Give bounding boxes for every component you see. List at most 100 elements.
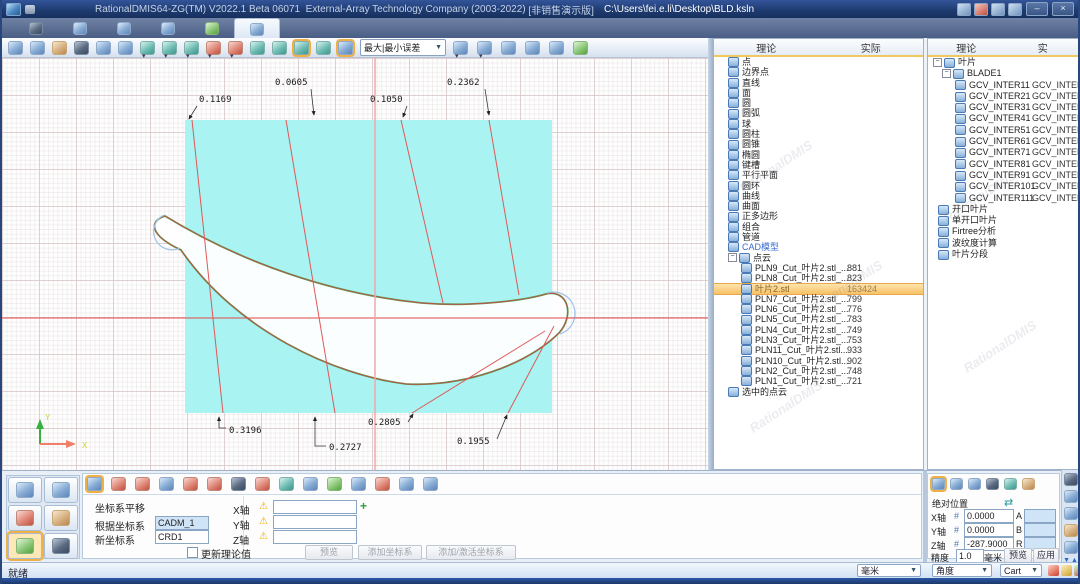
tree-item[interactable]: Firtree分析 xyxy=(928,226,1080,237)
tree-item[interactable]: 曲线 xyxy=(714,191,923,201)
add-activate-csys-button[interactable]: 添加/激活坐标系 xyxy=(426,545,516,560)
tree-item[interactable]: BLADE1 xyxy=(928,68,1080,79)
tree-item[interactable]: 正多边形 xyxy=(714,211,923,221)
theory-column-header[interactable]: 理论 xyxy=(928,40,1005,55)
tree-item[interactable]: 面 xyxy=(714,88,923,98)
preview-button[interactable]: 预览 xyxy=(305,545,353,560)
toolbar-icon[interactable] xyxy=(162,41,177,55)
tree-item[interactable]: PLN1_Cut_叶片2.stl_... 721 xyxy=(714,376,923,386)
tree-item[interactable]: GCV_INTER71 GCV_INTER71 xyxy=(928,147,1080,158)
length-unit-dropdown[interactable]: 毫米▼ xyxy=(857,564,921,577)
tag-icon[interactable] xyxy=(1061,565,1072,576)
minimize-button[interactable]: – xyxy=(1026,2,1048,16)
mode-button[interactable] xyxy=(8,505,42,531)
tree-item[interactable]: PLN5_Cut_叶片2.stl_... 783 xyxy=(714,314,923,324)
angle-unit-dropdown[interactable]: 角度▼ xyxy=(932,564,992,577)
tree-item[interactable]: PLN11_Cut_叶片2.stl... 933 xyxy=(714,345,923,355)
tree-item[interactable]: 叶片 xyxy=(928,57,1080,68)
add-axis-icon[interactable]: + xyxy=(360,499,367,513)
tree-item[interactable]: 管道 xyxy=(714,232,923,242)
toolbar-icon[interactable] xyxy=(316,41,331,55)
toolbar-icon[interactable] xyxy=(338,41,353,55)
csys-toolbar-icon[interactable] xyxy=(399,477,414,491)
mode-button[interactable] xyxy=(44,533,78,559)
csys-toolbar-icon[interactable] xyxy=(423,477,438,491)
ribbon-tab[interactable] xyxy=(102,18,146,38)
toolbar-icon[interactable] xyxy=(8,41,23,55)
swap-axes-icon[interactable]: ⇄ xyxy=(1004,496,1013,509)
tree-item[interactable]: GCV_INTER111 GCV_INTER111 xyxy=(928,193,1080,204)
actual-column-header[interactable]: 实 xyxy=(1005,40,1080,55)
ribbon-tab[interactable] xyxy=(14,18,58,38)
csys-toolbar-icon[interactable] xyxy=(231,477,246,491)
graphics-viewport[interactable]: 0.11690.06050.10500.23620.31960.27270.28… xyxy=(2,58,708,470)
tree-item[interactable]: 曲面 xyxy=(714,201,923,211)
tree-item[interactable]: 叶片2.stl 163424 xyxy=(714,284,923,294)
csys-toolbar-icon[interactable] xyxy=(327,477,342,491)
tree-item[interactable]: 单开口叶片 xyxy=(928,215,1080,226)
tree-item[interactable]: GCV_INTER11 GCV_INTER11 xyxy=(928,80,1080,91)
side-strip-icon[interactable] xyxy=(1064,541,1078,554)
x-axis-input[interactable] xyxy=(273,500,357,514)
tree-item[interactable]: 球 xyxy=(714,119,923,129)
tree-item[interactable]: 圆柱 xyxy=(714,129,923,139)
tree-item[interactable]: 点云 xyxy=(714,253,923,263)
tree-item[interactable]: 圆 xyxy=(714,98,923,108)
pin-icon[interactable] xyxy=(25,5,35,14)
position-toolbar-icon[interactable] xyxy=(1022,478,1035,490)
position-preview-button[interactable]: 预览 xyxy=(1004,548,1032,563)
tree-item[interactable]: PLN3_Cut_叶片2.stl_... 753 xyxy=(714,335,923,345)
update-theory-checkbox[interactable] xyxy=(187,547,198,558)
mode-button[interactable] xyxy=(44,477,78,503)
csys-toolbar-icon[interactable] xyxy=(303,477,318,491)
ref-csys-input[interactable]: CADM_1 xyxy=(155,516,209,530)
mode-button[interactable] xyxy=(44,505,78,531)
connection-icon[interactable] xyxy=(1074,565,1080,576)
actual-column-header[interactable]: 实际 xyxy=(819,40,924,55)
title-mini-icon[interactable] xyxy=(991,3,1005,16)
precision-input[interactable]: 1.0 xyxy=(956,549,984,563)
toolbar-icon[interactable] xyxy=(206,41,221,55)
tree-item[interactable]: 选中的点云 xyxy=(714,387,923,397)
tree-item[interactable]: PLN6_Cut_叶片2.stl_... 776 xyxy=(714,304,923,314)
side-strip-icon[interactable] xyxy=(1064,490,1078,503)
toolbar-icon[interactable] xyxy=(74,41,89,55)
tree-item[interactable]: 平行平面 xyxy=(714,170,923,180)
tree-item[interactable]: GCV_INTER31 GCV_INTER31 xyxy=(928,102,1080,113)
coord-mode-dropdown[interactable]: Cart▼ xyxy=(1000,564,1042,577)
tree-item[interactable]: 圆弧 xyxy=(714,108,923,118)
toolbar-icon[interactable] xyxy=(140,41,155,55)
tree-item[interactable]: 圆锥 xyxy=(714,139,923,149)
step-icon[interactable]: # xyxy=(954,511,959,521)
csys-toolbar-icon[interactable] xyxy=(375,477,390,491)
toolbar-icon[interactable] xyxy=(272,41,287,55)
side-strip-icon[interactable] xyxy=(1064,473,1078,486)
tree-item[interactable]: PLN7_Cut_叶片2.stl_... 799 xyxy=(714,294,923,304)
csys-toolbar-icon[interactable] xyxy=(111,477,126,491)
expander-icon[interactable] xyxy=(728,253,737,262)
y-axis-input[interactable] xyxy=(273,515,357,529)
toolbar-icon[interactable] xyxy=(501,41,516,55)
error-mode-dropdown[interactable]: 最大|最小误差 ▼ xyxy=(360,39,446,56)
tree-item[interactable]: 边界点 xyxy=(714,67,923,77)
alarm-icon[interactable] xyxy=(1048,565,1059,576)
tree-item[interactable]: 直线 xyxy=(714,78,923,88)
title-mini-icon[interactable] xyxy=(974,3,988,16)
tree-item[interactable]: PLN8_Cut_叶片2.stl_... 823 xyxy=(714,273,923,283)
tree-item[interactable]: GCV_INTER61 GCV_INTER61 xyxy=(928,136,1080,147)
mode-button[interactable] xyxy=(8,477,42,503)
expander-icon[interactable] xyxy=(933,58,942,67)
tree-item[interactable]: PLN4_Cut_叶片2.stl_... 749 xyxy=(714,325,923,335)
tree-item[interactable]: PLN9_Cut_叶片2.stl_... 881 xyxy=(714,263,923,273)
close-button[interactable]: × xyxy=(1052,2,1074,16)
toolbar-icon[interactable] xyxy=(30,41,45,55)
csys-toolbar-icon[interactable] xyxy=(351,477,366,491)
position-toolbar-icon[interactable] xyxy=(950,478,963,490)
toolbar-icon[interactable] xyxy=(453,41,468,55)
toolbar-icon[interactable] xyxy=(549,41,564,55)
tree-item[interactable]: 组合 xyxy=(714,222,923,232)
mode-button[interactable] xyxy=(8,533,42,559)
apply-button[interactable]: 应用 xyxy=(1033,548,1059,563)
side-strip-icon[interactable] xyxy=(1064,507,1078,520)
side-strip-icon[interactable] xyxy=(1064,524,1078,537)
